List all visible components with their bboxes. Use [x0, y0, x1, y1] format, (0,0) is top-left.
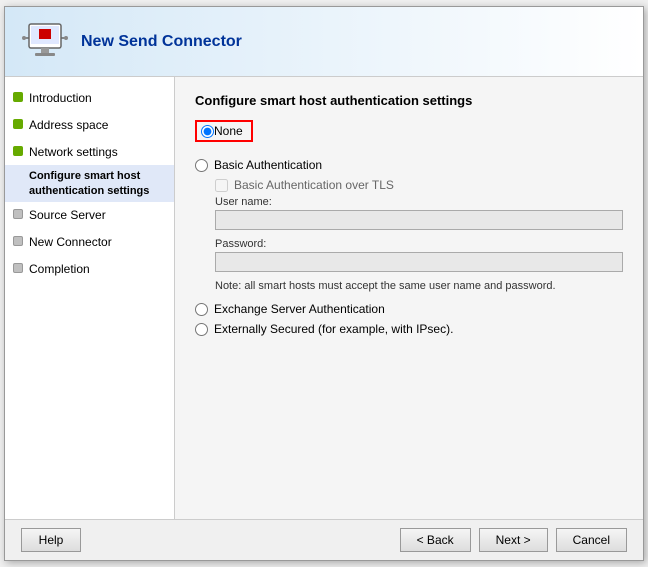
option-externally-secured-row: Externally Secured (for example, with IP… — [195, 322, 623, 336]
section-title: Configure smart host authentication sett… — [195, 93, 623, 108]
sidebar-bullet-new-connector — [13, 236, 23, 246]
help-button[interactable]: Help — [21, 528, 81, 552]
checkbox-basic-auth-tls[interactable] — [215, 179, 228, 192]
sidebar: Introduction Address space Network setti… — [5, 77, 175, 519]
back-button[interactable]: < Back — [400, 528, 471, 552]
radio-basic-auth[interactable] — [195, 159, 208, 172]
sidebar-label-address-space: Address space — [29, 117, 108, 134]
input-password[interactable] — [215, 252, 623, 272]
field-group-password: Password: — [215, 238, 623, 272]
footer-right-buttons: < Back Next > Cancel — [400, 528, 627, 552]
next-button[interactable]: Next > — [479, 528, 548, 552]
dialog-body: Introduction Address space Network setti… — [5, 77, 643, 519]
label-exchange-auth[interactable]: Exchange Server Authentication — [214, 302, 385, 316]
sidebar-label-configure-smart-host: Configure smart host authentication sett… — [29, 170, 149, 196]
note-text: Note: all smart hosts must accept the sa… — [215, 280, 623, 292]
label-none[interactable]: None — [214, 124, 243, 138]
option-none-row: None — [195, 120, 253, 142]
sidebar-item-address-space[interactable]: Address space — [5, 112, 174, 139]
radio-none[interactable] — [201, 125, 214, 138]
cancel-button[interactable]: Cancel — [556, 528, 627, 552]
label-username: User name: — [215, 196, 623, 208]
label-basic-auth-tls: Basic Authentication over TLS — [234, 178, 394, 192]
field-group-username: User name: — [215, 196, 623, 230]
label-basic-auth[interactable]: Basic Authentication — [214, 158, 322, 172]
sidebar-bullet-source-server — [13, 209, 23, 219]
sidebar-bullet-completion — [13, 263, 23, 273]
sidebar-label-network-settings: Network settings — [29, 144, 118, 161]
sidebar-item-introduction[interactable]: Introduction — [5, 85, 174, 112]
sidebar-bullet-network-settings — [13, 146, 23, 156]
sidebar-item-configure-smart-host[interactable]: Configure smart host authentication sett… — [5, 165, 174, 202]
sidebar-label-new-connector: New Connector — [29, 234, 112, 251]
sidebar-item-network-settings[interactable]: Network settings — [5, 139, 174, 166]
sub-option-tls: Basic Authentication over TLS — [215, 178, 623, 192]
sidebar-bullet-address-space — [13, 119, 23, 129]
sidebar-label-completion: Completion — [29, 261, 90, 278]
radio-exchange-auth[interactable] — [195, 303, 208, 316]
dialog-footer: Help < Back Next > Cancel — [5, 519, 643, 560]
sidebar-item-completion[interactable]: Completion — [5, 256, 174, 283]
radio-externally-secured[interactable] — [195, 323, 208, 336]
dialog-title: New Send Connector — [81, 33, 242, 51]
option-exchange-auth-row: Exchange Server Authentication — [195, 302, 623, 316]
option-basic-auth-row: Basic Authentication — [195, 158, 623, 172]
dialog-header: New Send Connector — [5, 7, 643, 77]
input-username[interactable] — [215, 210, 623, 230]
sidebar-label-introduction: Introduction — [29, 90, 92, 107]
connector-icon — [21, 18, 69, 66]
sidebar-item-source-server[interactable]: Source Server — [5, 202, 174, 229]
sidebar-label-source-server: Source Server — [29, 207, 106, 224]
label-externally-secured[interactable]: Externally Secured (for example, with IP… — [214, 322, 453, 336]
sidebar-item-new-connector[interactable]: New Connector — [5, 229, 174, 256]
sidebar-bullet-introduction — [13, 92, 23, 102]
main-content: Configure smart host authentication sett… — [175, 77, 643, 519]
label-password: Password: — [215, 238, 623, 250]
dialog-window: New Send Connector Introduction Address … — [4, 6, 644, 561]
